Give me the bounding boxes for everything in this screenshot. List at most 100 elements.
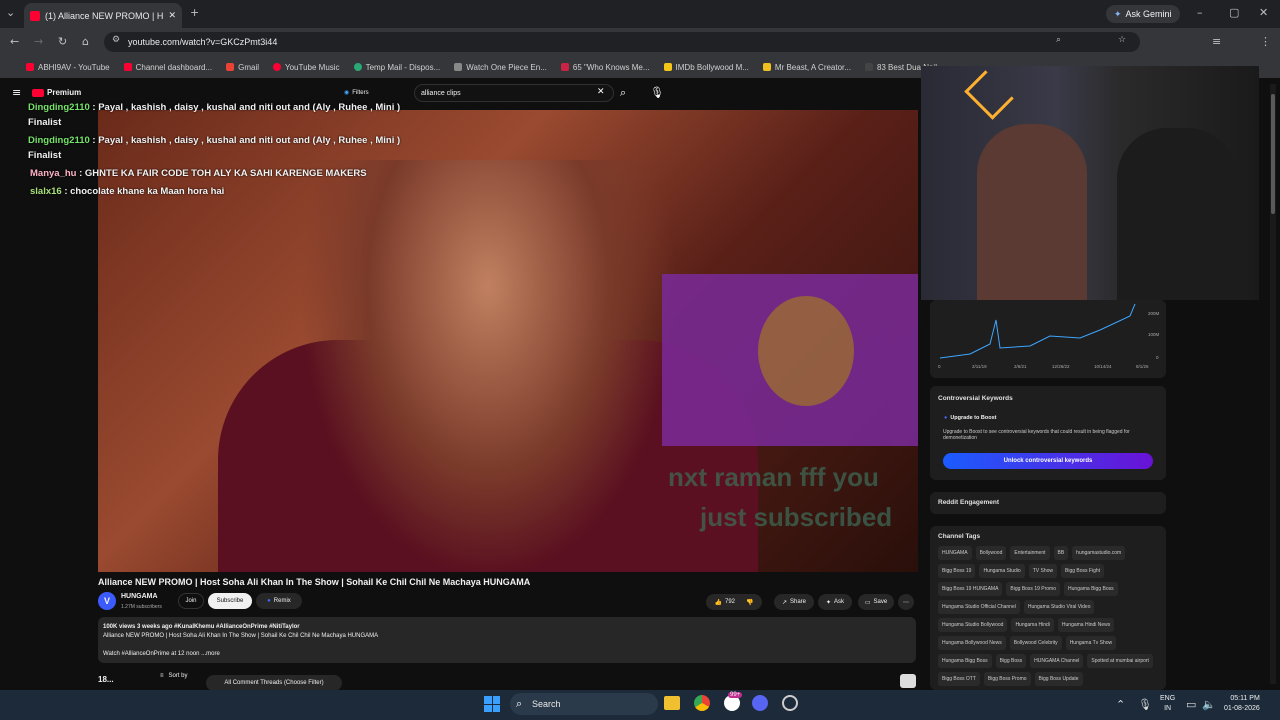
youtube-logo[interactable]: Premium: [32, 88, 81, 97]
extension-icon[interactable]: [900, 674, 916, 688]
windows-start-icon[interactable]: [484, 696, 500, 712]
tag-chip[interactable]: Bigg Boss Fight: [1061, 564, 1105, 578]
ask-gemini-button[interactable]: ✦ Ask Gemini: [1106, 5, 1180, 23]
maximize-icon[interactable]: ▢: [1229, 6, 1239, 19]
chrome-icon[interactable]: [694, 695, 710, 711]
filters-button[interactable]: ◉ Filters: [344, 89, 369, 97]
tag-chip[interactable]: Hungama Studio Viral Video: [1023, 600, 1095, 614]
tag-chip[interactable]: Bigg Boss 19 HUNGAMA: [938, 582, 1003, 596]
hamburger-menu-icon[interactable]: ≡: [12, 86, 21, 99]
tag-chip[interactable]: Bigg Boss Update: [1034, 672, 1083, 686]
tag-chip[interactable]: Bollywood: [975, 546, 1007, 560]
tag-chip[interactable]: Spotted at mumbai airport: [1087, 654, 1153, 668]
tab-search-icon[interactable]: ⌄: [6, 6, 15, 19]
minimize-icon[interactable]: –: [1197, 6, 1203, 19]
tag-chip[interactable]: HUNGAMA Channel: [1030, 654, 1084, 668]
tags-list: HUNGAMA Bollywood Entertainment BB hunga…: [938, 546, 1160, 686]
bookmark-item[interactable]: 65 "Who Knows Me...: [560, 63, 650, 72]
subscribe-button[interactable]: Subscribe: [208, 593, 252, 609]
bookmark-item[interactable]: YouTube Music: [273, 63, 340, 72]
sort-by-button[interactable]: ≡ Sort by: [160, 673, 188, 679]
clear-search-icon[interactable]: ✕: [597, 87, 605, 97]
controversial-keywords-card: Controversial Keywords ● Upgrade to Boos…: [930, 386, 1166, 480]
chevron-up-icon[interactable]: ⌃: [1116, 698, 1125, 711]
share-button[interactable]: ↗ Share: [774, 594, 814, 610]
tag-chip[interactable]: HUNGAMA: [938, 546, 972, 560]
forward-icon[interactable]: →: [34, 35, 43, 48]
language-indicator[interactable]: ENG IN: [1160, 694, 1175, 714]
search-input[interactable]: alliance clips ✕: [414, 84, 614, 102]
thumbs-down-icon[interactable]: 👎: [746, 599, 753, 606]
wifi-icon[interactable]: ▭: [1186, 698, 1196, 711]
bookmark-item[interactable]: ABHI9AV - YouTube: [26, 63, 110, 72]
tag-chip[interactable]: Bigg Boss: [995, 654, 1027, 668]
more-actions-icon[interactable]: ⋯: [898, 594, 914, 610]
tag-chip[interactable]: TV Show: [1028, 564, 1058, 578]
page-scrollbar[interactable]: [1270, 84, 1276, 684]
bookmark-item[interactable]: Watch One Piece En...: [454, 63, 547, 72]
microphone-icon[interactable]: 🎙: [1138, 698, 1152, 711]
remix-button[interactable]: ● Remix: [256, 593, 302, 609]
microphone-icon[interactable]: 🎙: [650, 86, 664, 99]
close-window-icon[interactable]: ✕: [1259, 6, 1268, 19]
tag-chip[interactable]: Hungama Hindi News: [1057, 618, 1115, 632]
volume-icon[interactable]: 🔈: [1202, 698, 1216, 711]
zoom-icon[interactable]: ⌕: [1056, 35, 1061, 45]
menu-icon[interactable]: ≡: [1212, 35, 1221, 48]
home-icon[interactable]: ⌂: [82, 35, 89, 48]
tag-chip[interactable]: Hungama Studio Official Channel: [938, 600, 1020, 614]
tab-active[interactable]: (1) Alliance NEW PROMO | Host ✕: [24, 3, 182, 28]
tag-chip[interactable]: Hungama Bigg Boss: [938, 654, 992, 668]
bookmark-item[interactable]: Temp Mail - Dispos...: [353, 63, 440, 72]
tag-chip[interactable]: Bigg Boss Promo: [983, 672, 1031, 686]
reload-icon[interactable]: ↻: [58, 35, 67, 48]
tag-chip[interactable]: Bigg Boss 19 Promo: [1006, 582, 1061, 596]
discord-icon[interactable]: [752, 695, 768, 711]
more-options-icon[interactable]: ⋮: [1260, 35, 1271, 48]
tag-chip[interactable]: Hungama Hindi: [1011, 618, 1054, 632]
taskbar-search[interactable]: ⌕ Search: [510, 693, 658, 715]
bookmark-item[interactable]: Channel dashboard...: [123, 63, 212, 72]
save-button[interactable]: ▭ Save: [858, 594, 894, 610]
bookmark-item[interactable]: IMDb Bollywood M...: [663, 63, 749, 72]
bookmark-item[interactable]: Mr Beast, A Creator...: [762, 62, 851, 72]
close-tab-icon[interactable]: ✕: [168, 10, 176, 21]
channel-avatar[interactable]: V: [98, 592, 116, 610]
bookmark-label: Mr Beast, A Creator...: [774, 62, 851, 72]
tag-chip[interactable]: Bigg Boss OTT: [938, 672, 980, 686]
tag-chip[interactable]: Bollywood Celebrity: [1009, 636, 1062, 650]
scrollbar-thumb[interactable]: [1271, 94, 1275, 214]
ask-button[interactable]: ✦ Ask: [818, 594, 852, 610]
tag-chip[interactable]: Entertainment: [1010, 546, 1050, 560]
join-button[interactable]: Join: [178, 593, 204, 609]
comment-filter-dropdown[interactable]: All Comment Threads (Choose Filter): [206, 675, 342, 691]
description-box[interactable]: 100K views 3 weeks ago #KunalKhemu #Alli…: [98, 617, 916, 663]
new-tab-icon[interactable]: +: [190, 6, 199, 19]
channel-name[interactable]: HUNGAMA: [121, 593, 158, 600]
search-icon[interactable]: ⌕: [620, 86, 626, 100]
app-icon[interactable]: [782, 695, 798, 711]
unlock-keywords-button[interactable]: Unlock controversial keywords: [943, 453, 1153, 469]
card-heading[interactable]: Controversial Keywords: [930, 386, 1166, 411]
tag-chip[interactable]: Hungama Bollywood News: [938, 636, 1006, 650]
file-explorer-icon[interactable]: [664, 696, 680, 710]
description-text: Alliance NEW PROMO | Host Soha Ali Khan …: [103, 633, 379, 639]
like-dislike-button[interactable]: 👍 792 👎: [706, 594, 762, 610]
bookmark-star-icon[interactable]: ☆: [1118, 35, 1126, 45]
tag-chip[interactable]: BB: [1053, 546, 1069, 560]
tag-chip[interactable]: Hungama Studio Bollywood: [938, 618, 1008, 632]
url-field[interactable]: ⚙ youtube.com/watch?v=GKCzPmt3i44 ⌕ ☆: [104, 32, 1140, 52]
tag-chip[interactable]: Hungama Studio: [979, 564, 1025, 578]
tag-chip[interactable]: Hungama Bigg Boss: [1064, 582, 1118, 596]
filter-icon: ◉: [344, 90, 350, 96]
tag-chip[interactable]: hungamastudio.com: [1072, 546, 1126, 560]
bookmark-item[interactable]: Gmail: [226, 63, 259, 72]
tag-chip[interactable]: Bigg Boss 19: [938, 564, 976, 578]
reddit-engagement-card[interactable]: Reddit Engagement: [930, 492, 1166, 514]
back-icon[interactable]: ←: [10, 35, 19, 48]
video-player[interactable]: nxt raman fff you just subscribed: [98, 110, 918, 572]
clock[interactable]: 05:11 PM 01-08-2026: [1224, 694, 1260, 714]
site-info-icon[interactable]: ⚙: [112, 35, 120, 45]
tag-chip[interactable]: Hungama Tv Show: [1065, 636, 1117, 650]
bookmark-label: Watch One Piece En...: [466, 62, 547, 72]
